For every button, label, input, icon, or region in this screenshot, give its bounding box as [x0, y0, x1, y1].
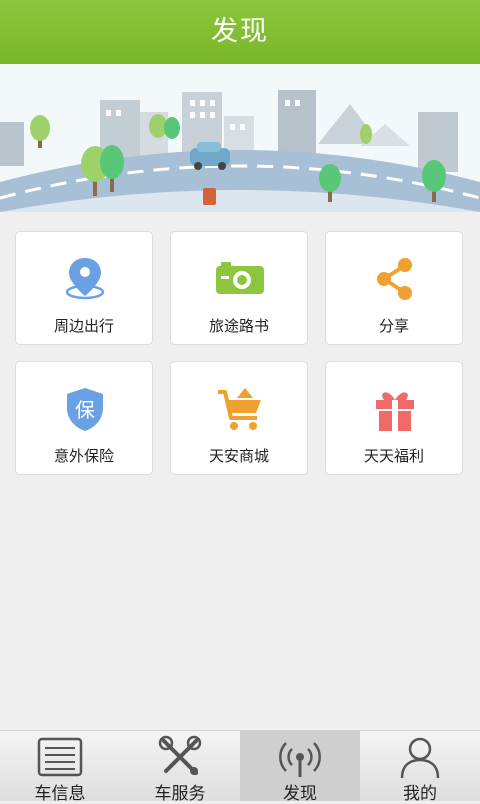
share-card[interactable]: 分享 — [325, 231, 463, 345]
shield-badge-text: 保 — [75, 398, 95, 422]
page-title: 发现 — [211, 16, 269, 47]
tab-me-label: 我的 — [403, 784, 437, 804]
camera-icon — [216, 262, 264, 294]
user-icon — [400, 737, 440, 779]
bottom-tab-bar: 车信息 车服务 发现 我的 — [0, 730, 480, 804]
gift-icon — [376, 392, 414, 431]
shield-icon: 保 — [67, 388, 103, 431]
tab-car-service[interactable]: 车服务 — [120, 731, 240, 804]
daily-benefits-card[interactable]: 天天福利 — [325, 361, 463, 475]
tools-icon — [158, 735, 202, 775]
accident-insurance-card[interactable]: 保 意外保险 — [15, 361, 153, 475]
nearby-travel-card[interactable]: 周边出行 — [15, 231, 153, 345]
share-icon — [377, 258, 412, 300]
tab-car-info[interactable]: 车信息 — [0, 731, 120, 804]
tab-me[interactable]: 我的 — [360, 731, 480, 804]
travel-notes-card[interactable]: 旅途路书 — [170, 231, 308, 345]
tab-car-service-label: 车服务 — [154, 784, 206, 804]
banner-city-road-image — [0, 64, 480, 212]
mall-card[interactable]: 天安商城 — [170, 361, 308, 475]
travel-notes-label: 旅途路书 — [208, 317, 269, 335]
accident-insurance-label: 意外保险 — [53, 447, 114, 465]
banner-illustration[interactable] — [0, 64, 480, 212]
mall-label: 天安商城 — [208, 447, 269, 465]
shopping-cart-icon — [218, 388, 261, 430]
location-pin-icon — [65, 258, 105, 300]
tab-car-info-label: 车信息 — [34, 784, 86, 804]
header-bar: 发现 — [0, 0, 480, 64]
list-icon — [37, 737, 83, 777]
radar-icon — [279, 742, 321, 777]
share-label: 分享 — [378, 317, 409, 335]
tab-discover-label: 发现 — [283, 784, 317, 804]
nearby-travel-label: 周边出行 — [53, 317, 114, 335]
daily-benefits-label: 天天福利 — [363, 447, 424, 465]
tab-discover[interactable]: 发现 — [240, 731, 360, 804]
